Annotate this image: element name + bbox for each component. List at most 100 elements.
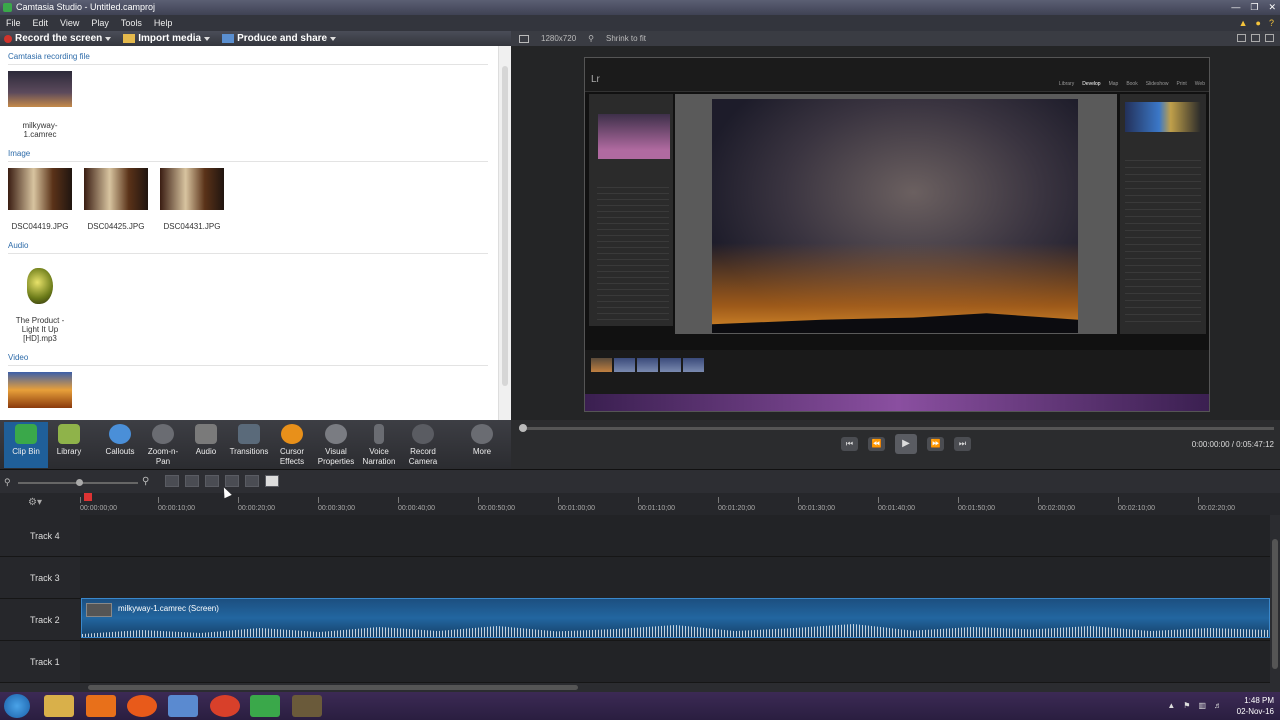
- menu-file[interactable]: File: [6, 15, 21, 31]
- firefox-icon[interactable]: [127, 695, 157, 717]
- track-area[interactable]: [80, 515, 1270, 557]
- zoom-dropdown[interactable]: Shrink to fit: [606, 31, 646, 46]
- fullscreen-icon[interactable]: [1265, 34, 1274, 42]
- detach-icon[interactable]: [1251, 34, 1260, 42]
- menu-play[interactable]: Play: [91, 15, 109, 31]
- app-icon[interactable]: [168, 695, 198, 717]
- track-label[interactable]: Track 2: [0, 599, 80, 641]
- lightbulb-icon[interactable]: ●: [1256, 15, 1261, 31]
- tray-arrow-icon[interactable]: ▲: [1167, 701, 1175, 710]
- tab-library[interactable]: Library: [47, 422, 91, 468]
- track-area[interactable]: [80, 557, 1270, 599]
- section-header-image: Image: [8, 149, 488, 162]
- rewind-button[interactable]: ⏪: [868, 437, 885, 451]
- import-media-button[interactable]: Import media: [123, 31, 211, 46]
- clip-item[interactable]: [8, 372, 72, 420]
- tab-voice-narration[interactable]: Voice Narration: [357, 422, 401, 468]
- tab-transitions[interactable]: Transitions: [227, 422, 271, 468]
- main-toolbar: Record the screen Import media Produce a…: [0, 31, 511, 46]
- chrome-icon[interactable]: [210, 695, 240, 717]
- camtasia-window: Camtasia Studio - Untitled.camproj — ❐ ✕…: [0, 0, 1280, 720]
- clip-thumbnail: [8, 372, 72, 408]
- timeline-horizontal-scrollbar[interactable]: [0, 683, 1280, 692]
- track-label[interactable]: Track 1: [0, 641, 80, 683]
- clip-thumbnail: [8, 71, 72, 107]
- volume-icon[interactable]: ♬: [1214, 701, 1222, 710]
- tab-record-camera[interactable]: Record Camera: [401, 422, 445, 468]
- cut-icon[interactable]: [205, 475, 219, 487]
- previous-clip-button[interactable]: ⏮: [841, 437, 858, 451]
- timeline-zoom-slider[interactable]: [18, 479, 138, 486]
- clip-item[interactable]: DSC04431.JPG: [160, 168, 224, 231]
- paste-icon[interactable]: [265, 475, 279, 487]
- redo-icon[interactable]: [185, 475, 199, 487]
- section-header-audio: Audio: [8, 241, 488, 254]
- tab-zoom-n-pan[interactable]: Zoom-n-Pan: [141, 422, 185, 468]
- tab-cursor-effects[interactable]: Cursor Effects: [270, 422, 314, 468]
- help-icon[interactable]: ?: [1269, 15, 1274, 31]
- recorder-taskbar-icon[interactable]: [292, 695, 322, 717]
- minimize-icon[interactable]: —: [1231, 0, 1240, 15]
- track-label[interactable]: Track 4: [0, 515, 80, 557]
- start-button-icon[interactable]: [4, 694, 30, 718]
- lr-module: Library: [1058, 81, 1075, 87]
- timeline-vertical-scrollbar[interactable]: [1270, 515, 1280, 683]
- folder-icon: [123, 34, 136, 43]
- tab-clip-bin[interactable]: Clip Bin: [4, 422, 48, 468]
- timeline-ruler[interactable]: ⚙▾ 00:00:00;00 00:00:10;00 00:00:20;00 0…: [0, 493, 1280, 515]
- track-area[interactable]: [80, 641, 1270, 683]
- menu-view[interactable]: View: [60, 15, 79, 31]
- gear-icon[interactable]: ⚙▾: [28, 497, 42, 508]
- tab-audio[interactable]: Audio: [184, 422, 228, 468]
- fit-icon[interactable]: [1237, 34, 1246, 42]
- zoom-out-icon[interactable]: ⚲: [4, 477, 11, 488]
- tab-visual-properties[interactable]: Visual Properties: [314, 422, 358, 468]
- editing-dimensions-icon[interactable]: [519, 34, 529, 43]
- clip-bin-scrollbar[interactable]: [498, 46, 511, 420]
- ruler-tick: 00:00:30;00: [318, 497, 355, 512]
- next-clip-button[interactable]: ⏭: [954, 437, 971, 451]
- undo-icon[interactable]: [165, 475, 179, 487]
- clip-name: milkyway-1.camrec: [22, 121, 58, 139]
- tab-more[interactable]: More: [460, 422, 504, 468]
- maximize-icon[interactable]: ❐: [1250, 0, 1258, 15]
- clip-item[interactable]: DSC04425.JPG: [84, 168, 148, 231]
- clip-item[interactable]: DSC04419.JPG: [8, 168, 72, 231]
- timecode-display: 0:00:00:00 / 0:05:47:12: [1191, 440, 1274, 449]
- explorer-icon[interactable]: [44, 695, 74, 717]
- playhead[interactable]: [84, 493, 92, 501]
- produce-share-button[interactable]: Produce and share: [222, 31, 337, 46]
- lr-module: Print: [1176, 81, 1187, 87]
- resolution-dropdown[interactable]: 1280x720: [541, 31, 576, 46]
- zoom-in-icon[interactable]: ⚲: [142, 476, 149, 487]
- fast-forward-button[interactable]: ⏩: [927, 437, 944, 451]
- clip-thumbnail: [84, 168, 148, 210]
- menu-tools[interactable]: Tools: [121, 15, 142, 31]
- copy-icon[interactable]: [245, 475, 259, 487]
- preview-canvas[interactable]: Lr Library Develop Map Book Slideshow Pr…: [584, 57, 1210, 412]
- camtasia-taskbar-icon[interactable]: [250, 695, 280, 717]
- timeline-clip[interactable]: milkyway-1.camrec (Screen): [81, 598, 1270, 638]
- clip-bin-pane: Record the screen Import media Produce a…: [0, 31, 511, 420]
- menu-help[interactable]: Help: [154, 15, 173, 31]
- section-header-recording: Camtasia recording file: [8, 52, 488, 65]
- track-label[interactable]: Track 3: [0, 557, 80, 599]
- lightroom-right-panel: [1120, 94, 1206, 334]
- play-button[interactable]: ▶: [895, 434, 917, 454]
- flag-icon[interactable]: ⚑: [1183, 701, 1190, 710]
- clock[interactable]: 1:48 PM 02-Nov-16: [1237, 695, 1274, 717]
- close-icon[interactable]: ✕: [1268, 0, 1276, 15]
- scrubber-handle[interactable]: [519, 424, 527, 432]
- clip-item[interactable]: milkyway-1.camrec: [8, 71, 72, 139]
- vlc-icon[interactable]: [86, 695, 116, 717]
- preview-scrubber[interactable]: [519, 424, 1274, 432]
- camera-icon: [412, 424, 434, 444]
- notification-icon[interactable]: ▲: [1239, 15, 1248, 31]
- network-icon[interactable]: ▥: [1198, 701, 1206, 710]
- lightroom-header: Lr Library Develop Map Book Slideshow Pr…: [585, 58, 1209, 92]
- tab-callouts[interactable]: Callouts: [98, 422, 142, 468]
- clip-item[interactable]: The Product - Light It Up [HD].mp3: [8, 260, 72, 343]
- menu-edit[interactable]: Edit: [33, 15, 49, 31]
- lr-module: Develop: [1082, 81, 1101, 87]
- record-screen-button[interactable]: Record the screen: [4, 31, 112, 46]
